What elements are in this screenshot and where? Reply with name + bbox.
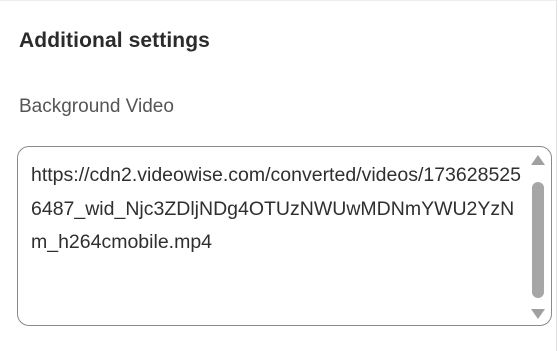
additional-settings-panel: Additional settings Background Video htt… — [0, 0, 557, 351]
background-video-url-text[interactable]: https://cdn2.videowise.com/converted/vid… — [31, 159, 521, 260]
section-title: Additional settings — [19, 29, 210, 52]
scrollbar-thumb[interactable] — [532, 182, 544, 298]
chevron-down-icon[interactable] — [531, 309, 545, 319]
textarea-scrollbar[interactable] — [528, 151, 548, 321]
chevron-up-icon[interactable] — [531, 155, 545, 165]
background-video-textarea[interactable]: https://cdn2.videowise.com/converted/vid… — [17, 146, 552, 326]
background-video-label: Background Video — [19, 96, 174, 117]
